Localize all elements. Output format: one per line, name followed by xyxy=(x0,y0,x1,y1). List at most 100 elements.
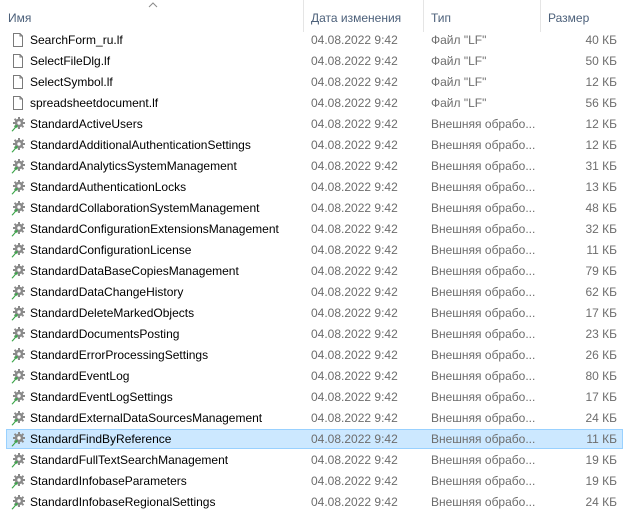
file-name: StandardEventLogSettings xyxy=(30,390,173,404)
file-date: 04.08.2022 9:42 xyxy=(311,117,398,131)
file-row[interactable]: StandardDataBaseCopiesManagement 04.08.20… xyxy=(0,261,631,282)
file-name: SelectSymbol.lf xyxy=(30,75,113,89)
file-type: Внешняя обрабо... xyxy=(431,285,536,299)
gear-icon xyxy=(11,117,25,132)
file-row[interactable]: StandardConfigurationLicense 04.08.2022 9… xyxy=(0,240,631,261)
file-size: 32 КБ xyxy=(585,222,617,236)
file-row[interactable]: SelectFileDlg.lf 04.08.2022 9:42 Файл "LF"… xyxy=(0,51,631,72)
file-type: Файл "LF" xyxy=(431,54,487,68)
file-date: 04.08.2022 9:42 xyxy=(311,453,398,467)
gear-icon xyxy=(11,222,25,237)
file-size: 56 КБ xyxy=(585,96,617,110)
file-size: 48 КБ xyxy=(585,201,617,215)
file-type: Внешняя обрабо... xyxy=(431,222,536,236)
column-header-type[interactable]: Тип xyxy=(423,0,540,32)
file-row[interactable]: StandardDataChangeHistory 04.08.2022 9:42… xyxy=(0,282,631,303)
file-type: Внешняя обрабо... xyxy=(431,432,536,446)
file-size: 19 КБ xyxy=(585,474,617,488)
gear-icon xyxy=(11,138,25,153)
file-row[interactable]: spreadsheetdocument.lf 04.08.2022 9:42 Фай… xyxy=(0,93,631,114)
file-size: 62 КБ xyxy=(585,285,617,299)
gear-icon xyxy=(11,159,25,174)
file-date: 04.08.2022 9:42 xyxy=(311,33,398,47)
file-date: 04.08.2022 9:42 xyxy=(311,411,398,425)
file-date: 04.08.2022 9:42 xyxy=(311,495,398,509)
file-name: SelectFileDlg.lf xyxy=(30,54,111,68)
file-size: 12 КБ xyxy=(585,138,617,152)
column-header-date[interactable]: Дата изменения xyxy=(303,0,423,32)
file-row[interactable]: StandardEventLog 04.08.2022 9:42 Внешняя о… xyxy=(0,366,631,387)
column-header-name[interactable]: Имя xyxy=(0,0,302,32)
file-name: StandardFullTextSearchManagement xyxy=(30,453,229,467)
file-type: Внешняя обрабо... xyxy=(431,201,536,215)
file-row[interactable]: StandardExternalDataSourcesManagement 04.… xyxy=(0,408,631,429)
gear-icon xyxy=(11,348,25,363)
file-date: 04.08.2022 9:42 xyxy=(311,285,398,299)
document-icon xyxy=(13,96,23,110)
file-type: Внешняя обрабо... xyxy=(431,348,536,362)
file-type: Внешняя обрабо... xyxy=(431,159,536,173)
file-row[interactable]: StandardInfobaseParameters 04.08.2022 9:4… xyxy=(0,471,631,492)
file-size: 31 КБ xyxy=(585,159,617,173)
gear-icon xyxy=(11,306,25,321)
file-type: Внешняя обрабо... xyxy=(431,138,536,152)
file-name: StandardActiveUsers xyxy=(30,117,143,131)
file-row[interactable]: StandardCollaborationSystemManagement 04.… xyxy=(0,198,631,219)
file-row[interactable]: StandardEventLogSettings 04.08.2022 9:42 В… xyxy=(0,387,631,408)
file-date: 04.08.2022 9:42 xyxy=(311,138,398,152)
gear-icon xyxy=(11,327,25,342)
file-name: StandardErrorProcessingSettings xyxy=(30,348,209,362)
file-row[interactable]: SelectSymbol.lf 04.08.2022 9:42 Файл "LF" 1… xyxy=(0,72,631,93)
file-row[interactable]: StandardAdditionalAuthenticationSettings… xyxy=(0,135,631,156)
file-type: Внешняя обрабо... xyxy=(431,369,536,383)
file-date: 04.08.2022 9:42 xyxy=(311,180,398,194)
file-date: 04.08.2022 9:42 xyxy=(311,96,398,110)
file-type: Внешняя обрабо... xyxy=(431,327,536,341)
file-row[interactable]: StandardInfobaseRegionalSettings 04.08.20… xyxy=(0,492,631,513)
file-row[interactable]: StandardAnalyticsSystemManagement 04.08.2… xyxy=(0,156,631,177)
file-name: StandardDocumentsPosting xyxy=(30,327,180,341)
file-name: StandardAuthenticationLocks xyxy=(30,180,187,194)
file-size: 17 КБ xyxy=(585,390,617,404)
file-row[interactable]: StandardFullTextSearchManagement 04.08.20… xyxy=(0,450,631,471)
file-row[interactable]: StandardAuthenticationLocks 04.08.2022 9:… xyxy=(0,177,631,198)
file-date: 04.08.2022 9:42 xyxy=(311,306,398,320)
file-size: 13 КБ xyxy=(585,180,617,194)
file-name: StandardConfigurationExtensionsManagemen… xyxy=(30,222,279,236)
file-row[interactable]: StandardFindByReference 04.08.2022 9:42 Вн… xyxy=(0,429,631,450)
file-row[interactable]: StandardDeleteMarkedObjects 04.08.2022 9:… xyxy=(0,303,631,324)
file-type: Внешняя обрабо... xyxy=(431,474,536,488)
file-size: 11 КБ xyxy=(586,243,617,257)
file-type: Внешняя обрабо... xyxy=(431,453,536,467)
file-list: SearchForm_ru.lf 04.08.2022 9:42 Файл "LF"… xyxy=(0,30,631,513)
file-size: 50 КБ xyxy=(585,54,617,68)
file-size: 80 КБ xyxy=(585,369,617,383)
file-date: 04.08.2022 9:42 xyxy=(311,390,398,404)
file-date: 04.08.2022 9:42 xyxy=(311,201,398,215)
column-header-size[interactable]: Размер xyxy=(540,0,631,32)
file-name: StandardDataBaseCopiesManagement xyxy=(30,264,239,278)
gear-icon xyxy=(11,369,25,384)
file-date: 04.08.2022 9:42 xyxy=(311,159,398,173)
file-date: 04.08.2022 9:42 xyxy=(311,243,398,257)
file-row[interactable]: StandardActiveUsers 04.08.2022 9:42 Внешня… xyxy=(0,114,631,135)
file-row[interactable]: SearchForm_ru.lf 04.08.2022 9:42 Файл "LF"… xyxy=(0,30,631,51)
file-date: 04.08.2022 9:42 xyxy=(311,264,398,278)
column-header-bar: Имя Дата изменения Тип Размер xyxy=(0,0,631,32)
file-size: 40 КБ xyxy=(585,33,617,47)
file-size: 11 КБ xyxy=(586,432,617,446)
file-row[interactable]: StandardConfigurationExtensionsManagemen… xyxy=(0,219,631,240)
gear-icon xyxy=(11,180,25,195)
file-row[interactable]: StandardDocumentsPosting 04.08.2022 9:42 В… xyxy=(0,324,631,345)
file-date: 04.08.2022 9:42 xyxy=(311,474,398,488)
file-type: Файл "LF" xyxy=(431,75,487,89)
file-type: Внешняя обрабо... xyxy=(431,117,536,131)
file-name: StandardAnalyticsSystemManagement xyxy=(30,159,237,173)
file-date: 04.08.2022 9:42 xyxy=(311,222,398,236)
file-type: Внешняя обрабо... xyxy=(431,495,536,509)
file-size: 12 КБ xyxy=(585,117,617,131)
file-name: StandardFindByReference xyxy=(30,432,172,446)
file-name: StandardConfigurationLicense xyxy=(30,243,192,257)
file-row[interactable]: StandardErrorProcessingSettings 04.08.202… xyxy=(0,345,631,366)
file-size: 23 КБ xyxy=(585,327,617,341)
